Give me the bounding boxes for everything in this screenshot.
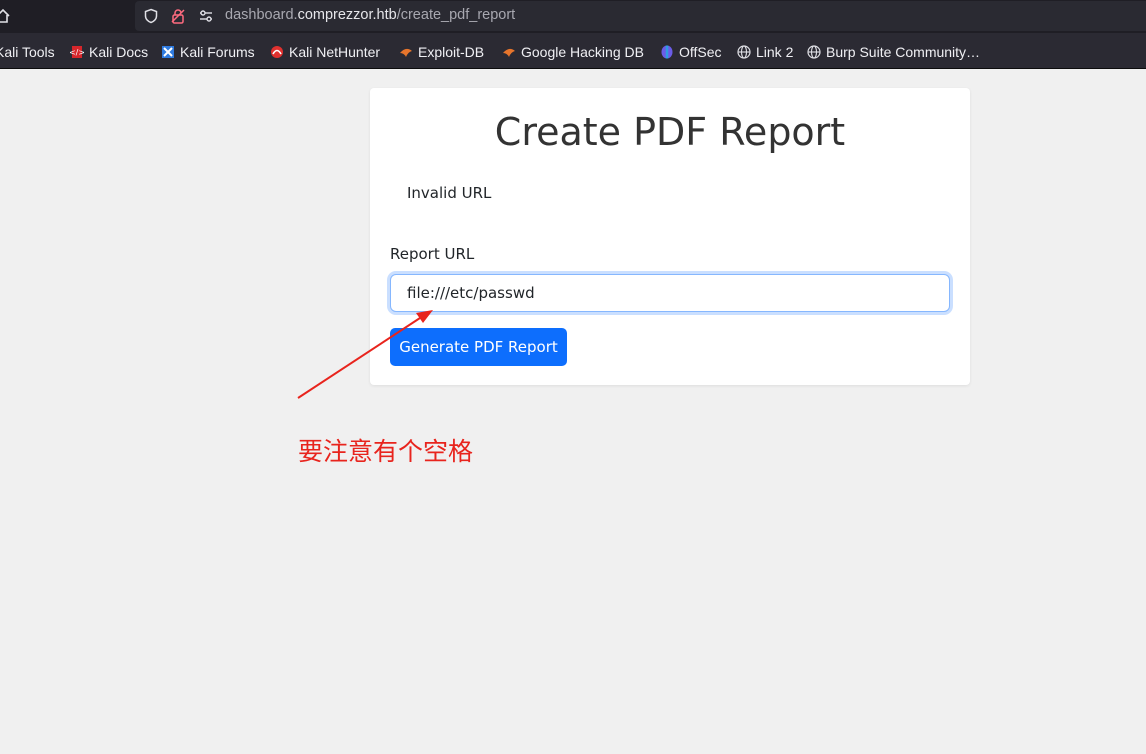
bookmark-label: Burp Suite Community… <box>826 44 981 60</box>
url-path: /create_pdf_report <box>396 7 516 23</box>
bookmark-kali-forums[interactable]: Kali Forums <box>161 43 255 61</box>
kali-docs-icon: </> <box>70 46 84 58</box>
url-subdomain: dashboard. <box>225 7 298 23</box>
bookmark-label: OffSec <box>679 44 722 60</box>
globe-icon <box>737 45 751 59</box>
nethunter-icon <box>271 46 283 58</box>
generate-pdf-button[interactable]: Generate PDF Report <box>390 328 567 366</box>
kali-forums-icon <box>162 46 174 58</box>
svg-text:</>: </> <box>70 48 84 57</box>
bookmark-google-hacking-db[interactable]: Google Hacking DB <box>502 43 644 61</box>
bookmarks-toolbar: Kali Tools </> Kali Docs Kali Forums Kal… <box>0 33 1146 69</box>
ghdb-icon <box>503 48 515 57</box>
bookmark-link-2[interactable]: Link 2 <box>737 43 793 61</box>
page-title: Create PDF Report <box>494 110 846 154</box>
bookmark-kali-tools[interactable]: Kali Tools <box>0 43 55 61</box>
globe-icon <box>807 45 821 59</box>
permissions-icon[interactable] <box>198 8 214 24</box>
bookmark-offsec[interactable]: OffSec <box>660 43 722 61</box>
bookmark-label: Link 2 <box>756 44 794 60</box>
exploit-db-icon <box>400 48 412 57</box>
home-icon[interactable] <box>0 8 10 24</box>
bookmark-label: Kali Docs <box>89 44 149 60</box>
bookmark-label: Kali Forums <box>180 44 255 60</box>
offsec-icon <box>661 45 673 59</box>
bookmark-label: Exploit-DB <box>418 44 485 60</box>
report-url-label: Report URL <box>390 245 475 263</box>
bookmark-label: Kali NetHunter <box>289 44 381 60</box>
annotation-note: 要注意有个空格 <box>298 437 474 466</box>
bookmark-kali-nethunter[interactable]: Kali NetHunter <box>270 43 380 61</box>
url-text[interactable]: dashboard.comprezzor.htb/create_pdf_repo… <box>225 7 515 23</box>
url-domain: comprezzor.htb <box>297 7 397 23</box>
insecure-lock-icon[interactable] <box>170 8 186 24</box>
bookmark-label: Kali Tools <box>0 44 55 60</box>
address-bar[interactable]: dashboard.comprezzor.htb/create_pdf_repo… <box>135 1 1146 31</box>
shield-icon[interactable] <box>143 8 159 24</box>
error-message: Invalid URL <box>407 184 492 202</box>
bookmark-exploit-db[interactable]: Exploit-DB <box>399 43 484 61</box>
report-url-input[interactable] <box>390 274 950 312</box>
browser-toolbar: dashboard.comprezzor.htb/create_pdf_repo… <box>0 0 1146 33</box>
bookmark-kali-docs[interactable]: </> Kali Docs <box>70 43 148 61</box>
bookmark-burp-suite[interactable]: Burp Suite Community… <box>807 43 980 61</box>
bookmark-label: Google Hacking DB <box>521 44 644 60</box>
